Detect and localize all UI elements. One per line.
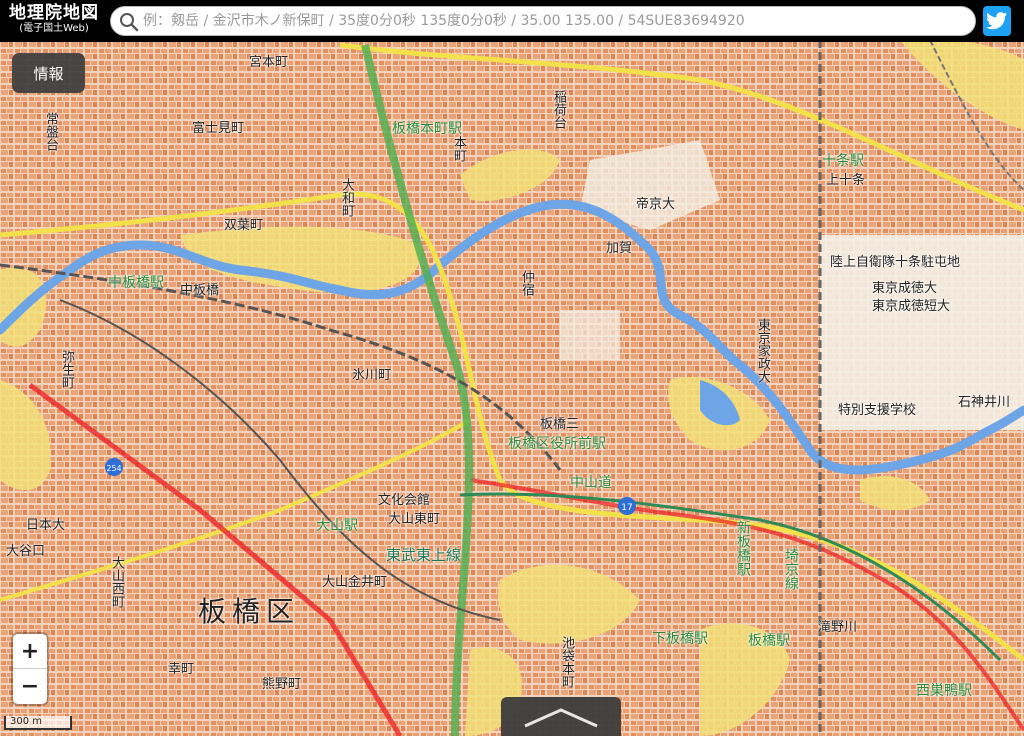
- search-input[interactable]: [143, 9, 963, 33]
- zoom-out-button[interactable]: −: [13, 668, 47, 703]
- map-label: 板橋本町駅: [392, 121, 462, 137]
- map-label: 氷川町: [352, 368, 392, 383]
- map-label: 板橋三: [540, 417, 580, 432]
- map-label: 宮本町: [249, 55, 289, 70]
- map-label: 中板橋: [180, 283, 220, 298]
- map-label: 弥生町: [59, 350, 74, 389]
- map-label: 新板橋駅: [735, 520, 751, 576]
- search-box[interactable]: [110, 6, 976, 36]
- svg-text:254: 254: [106, 464, 121, 473]
- map-label: 日本大: [26, 518, 66, 533]
- map-base: 254 17: [0, 0, 1024, 736]
- map-label: 西巣鴨駅: [916, 683, 972, 699]
- map-label: 熊野町: [262, 677, 302, 692]
- map-label: 仲宿: [519, 270, 534, 296]
- map-label: 板橋区役所前駅: [508, 436, 606, 452]
- twitter-icon: [986, 12, 1008, 30]
- map-label: 上十条: [826, 173, 866, 188]
- map-label: 滝野川: [818, 620, 858, 635]
- scale-bar: 300 m: [4, 716, 72, 730]
- info-button[interactable]: 情報: [12, 53, 85, 93]
- route-17-marker: 17: [618, 497, 636, 515]
- map-label: 中山道: [570, 475, 612, 491]
- map-label: 大山西町: [109, 556, 124, 608]
- map-label: 常盤台: [43, 112, 58, 151]
- logo-subtitle: (電子国土Web): [19, 23, 89, 34]
- map-label: 大山金井町: [322, 575, 388, 590]
- logo-title: 地理院地図: [9, 3, 99, 23]
- map-label: 中板橋駅: [108, 275, 164, 291]
- map-label: 富士見町: [192, 121, 245, 136]
- header-bar: 地理院地図 (電子国土Web): [0, 0, 1024, 42]
- map-label: 大谷口: [6, 544, 46, 559]
- map-label: 文化会館: [378, 493, 431, 508]
- map-label: 板橋駅: [748, 633, 790, 649]
- search-icon: [120, 13, 139, 32]
- map-label: 十条駅: [822, 153, 864, 169]
- map-label: 大和町: [339, 178, 354, 217]
- map-label: 埼京線: [783, 548, 799, 590]
- zoom-in-button[interactable]: +: [13, 634, 47, 668]
- route-254-marker: 254: [105, 458, 123, 476]
- map-label: 加賀: [606, 241, 633, 256]
- map-label: 石神井川: [958, 395, 1011, 410]
- map-label: 池袋本町: [559, 636, 574, 688]
- map-label: 本町: [451, 136, 466, 162]
- app-logo[interactable]: 地理院地図 (電子国土Web): [4, 3, 104, 39]
- twitter-button[interactable]: [983, 6, 1011, 36]
- map-label: 大山東町: [388, 512, 441, 527]
- map-label: 東京成徳短大: [872, 299, 951, 314]
- map-label: 東京成徳大: [872, 281, 938, 296]
- map-canvas[interactable]: 254 17 中板橋駅 中板橋 双葉町 大和町 板橋本町駅 宮本町 富士見町 帝…: [0, 0, 1024, 736]
- map-label: 陸上自衛隊十条駐屯地: [830, 255, 961, 270]
- map-label: 双葉町: [224, 218, 264, 233]
- svg-text:17: 17: [621, 503, 632, 513]
- map-label: 特別支援学校: [838, 403, 917, 418]
- map-label: 下板橋駅: [652, 631, 708, 647]
- map-label: 板橋区: [198, 595, 301, 628]
- map-label: 東武東上線: [386, 546, 462, 564]
- chevron-up-icon: [524, 707, 598, 727]
- zoom-control: + −: [13, 634, 47, 704]
- map-label: 幸町: [168, 662, 195, 677]
- bottom-panel-toggle[interactable]: [501, 697, 621, 736]
- map-label: 帝京大: [636, 197, 676, 212]
- map-label: 大山駅: [316, 518, 358, 534]
- map-label: 稲荷台: [551, 90, 566, 129]
- map-label: 東京家政大: [755, 318, 770, 383]
